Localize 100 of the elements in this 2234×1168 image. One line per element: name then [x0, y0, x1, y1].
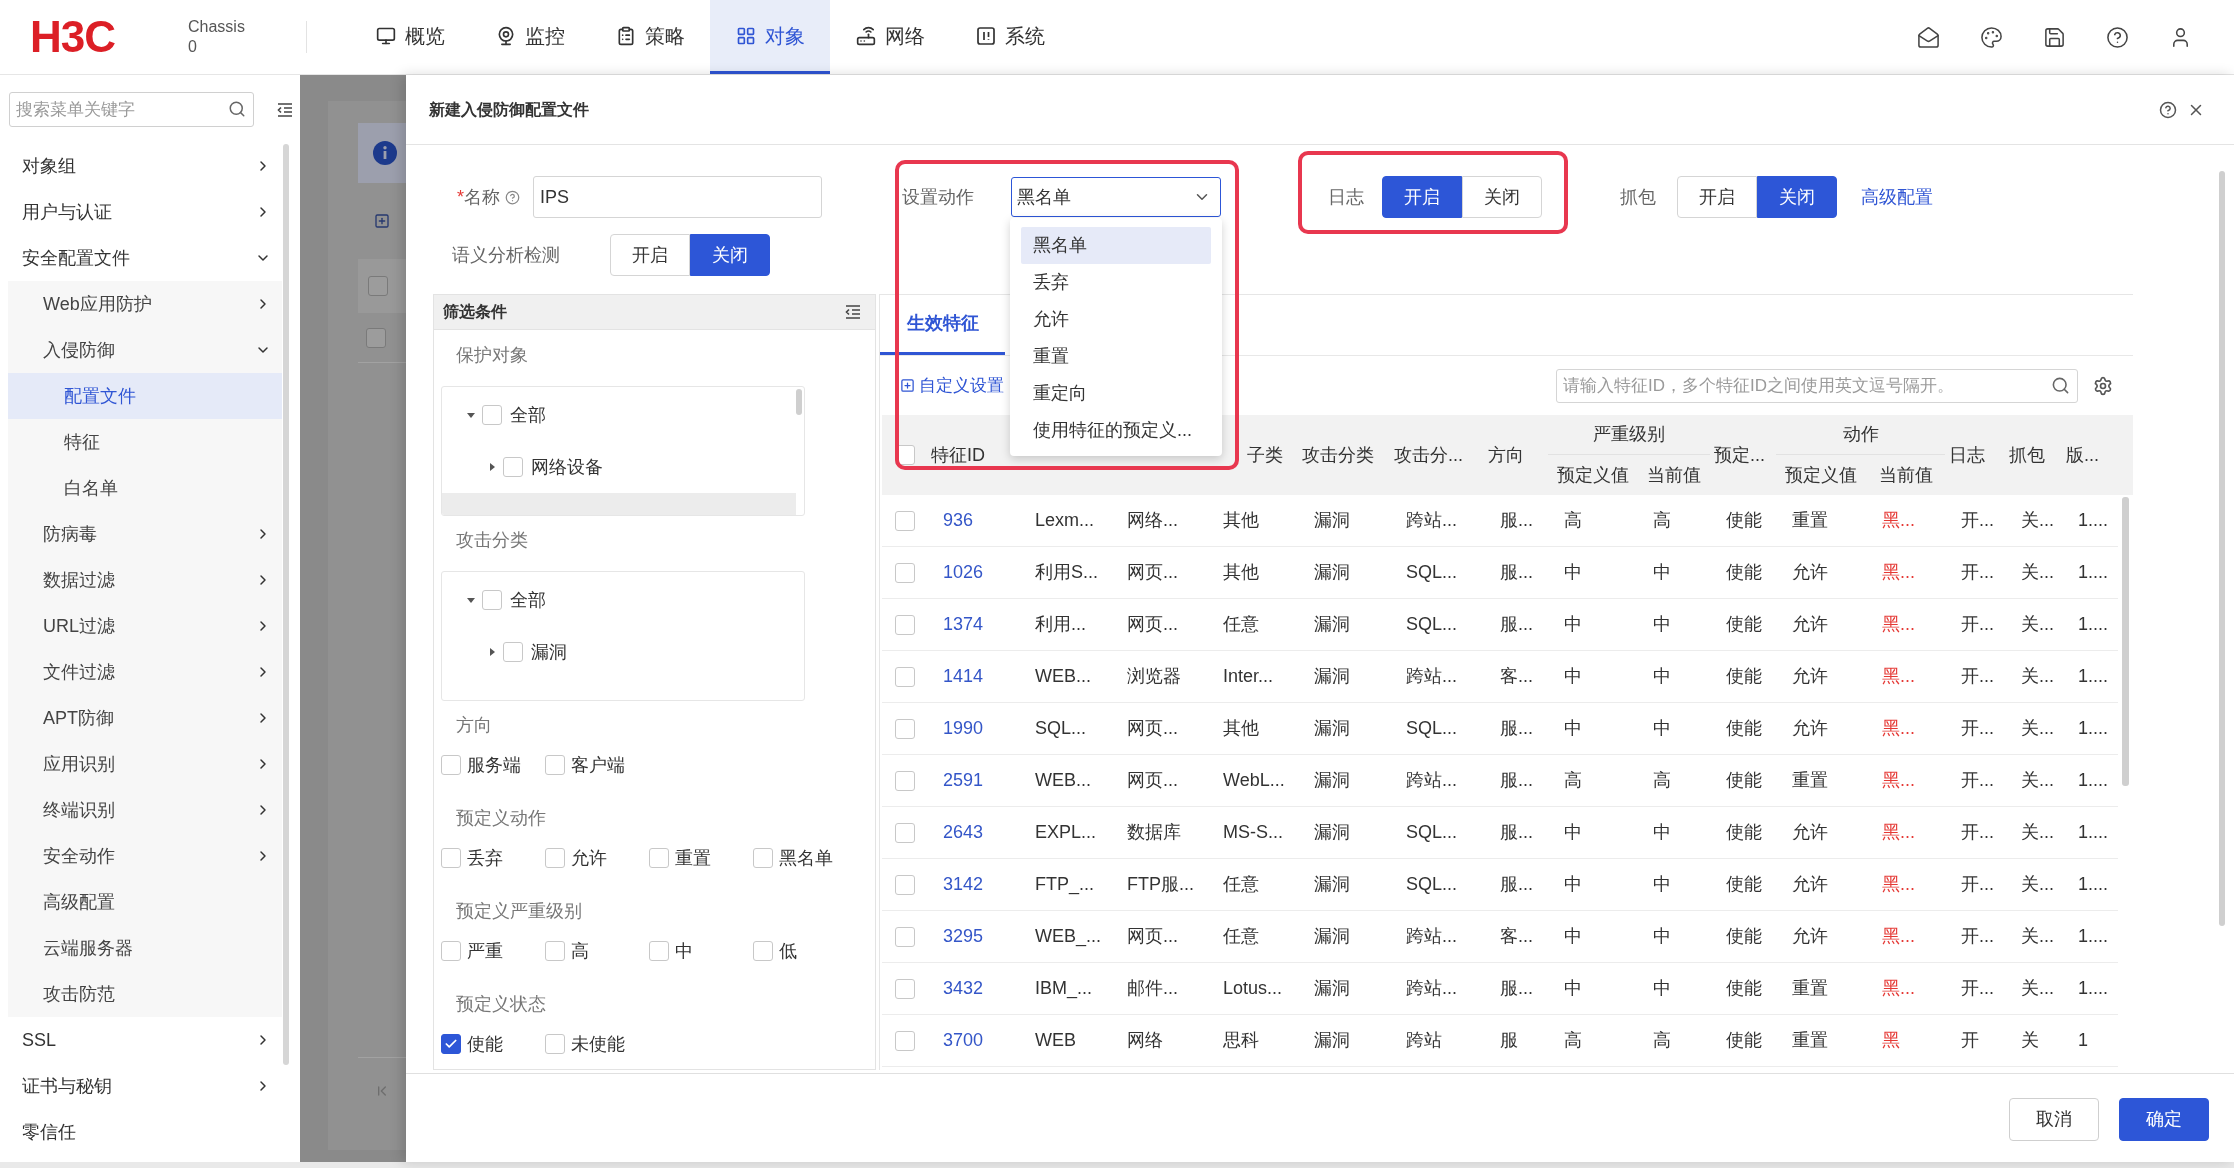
menu-item[interactable]: 用户与认证 — [8, 189, 282, 235]
tree-label[interactable]: 全部 — [510, 586, 546, 614]
option-label[interactable]: 使能 — [467, 1030, 503, 1058]
dropdown-option[interactable]: 使用特征的预定义... — [1021, 412, 1211, 449]
menu-item[interactable]: 零信任 — [8, 1109, 282, 1155]
segment-button[interactable]: 关闭 — [1462, 176, 1542, 218]
column-header[interactable]: 方向 — [1488, 441, 1524, 469]
menu-item[interactable]: APT防御 — [8, 695, 282, 741]
column-header[interactable]: 攻击分类 — [1302, 441, 1374, 469]
signature-id-link[interactable]: 3295 — [943, 923, 984, 950]
settings-icon[interactable] — [2093, 375, 2113, 396]
signature-id-link[interactable]: 936 — [943, 507, 974, 534]
dropdown-option[interactable]: 重置 — [1021, 338, 1211, 375]
menu-item[interactable]: 入侵防御 — [8, 327, 282, 373]
menu-item[interactable]: 文件过滤 — [8, 649, 282, 695]
checkbox[interactable] — [368, 276, 388, 296]
checkbox[interactable] — [441, 1034, 461, 1054]
menu-item[interactable]: 安全配置文件 — [8, 235, 282, 281]
menu-item[interactable]: URL过滤 — [8, 603, 282, 649]
segment-button[interactable]: 开启 — [610, 234, 690, 276]
menu-item[interactable]: 特征 — [8, 419, 282, 465]
nav-tab[interactable]: 对象 — [710, 0, 830, 74]
column-header[interactable]: 子类 — [1247, 441, 1283, 469]
option-label[interactable]: 未使能 — [571, 1030, 625, 1058]
caret-down-icon[interactable] — [467, 597, 475, 603]
menu-item[interactable]: 云端服务器 — [8, 925, 282, 971]
nav-tab[interactable]: 监控 — [470, 0, 590, 74]
column-header[interactable]: 版... — [2066, 441, 2099, 469]
search-icon[interactable] — [228, 100, 246, 118]
option-label[interactable]: 低 — [779, 937, 797, 965]
option-label[interactable]: 严重 — [467, 937, 503, 965]
signature-id-link[interactable]: 2643 — [943, 819, 984, 846]
column-header[interactable]: 当前值 — [1878, 461, 1933, 489]
tab[interactable]: 生效特征 — [880, 295, 1005, 355]
nav-tab[interactable]: 策略 — [590, 0, 710, 74]
signature-id-link[interactable]: 2591 — [943, 767, 984, 794]
option-label[interactable]: 丢弃 — [467, 844, 503, 872]
help-icon[interactable] — [2159, 100, 2177, 119]
menu-item[interactable]: 防病毒 — [8, 511, 282, 557]
search-icon[interactable] — [2051, 375, 2070, 395]
column-header[interactable]: 抓包 — [2009, 441, 2045, 469]
segment-button[interactable]: 开启 — [1382, 176, 1462, 218]
signature-id-link[interactable]: 3700 — [943, 1027, 984, 1054]
tree-label[interactable]: 网络设备 — [531, 453, 603, 481]
menu-item[interactable]: 配置文件 — [8, 373, 282, 419]
signature-id-link[interactable]: 1990 — [943, 715, 984, 742]
name-input[interactable]: IPS — [533, 176, 822, 218]
scrollbar[interactable] — [283, 144, 289, 1065]
checkbox[interactable] — [366, 327, 386, 348]
segment-button[interactable]: 关闭 — [690, 234, 770, 276]
caret-down-icon[interactable] — [467, 412, 475, 418]
help-icon[interactable] — [2106, 25, 2129, 49]
dropdown-option[interactable]: 丢弃 — [1021, 264, 1211, 301]
nav-tab[interactable]: 概览 — [350, 0, 470, 74]
signature-id-link[interactable]: 3432 — [943, 975, 984, 1002]
column-header[interactable]: 特征ID — [931, 441, 985, 469]
column-header[interactable]: 当前值 — [1646, 461, 1701, 489]
collapse-icon[interactable] — [277, 102, 293, 117]
scrollbar[interactable] — [796, 389, 802, 415]
tree-label[interactable]: 漏洞 — [531, 638, 567, 666]
menu-item[interactable]: 应用识别 — [8, 741, 282, 787]
column-header[interactable]: 攻击分... — [1394, 441, 1463, 469]
cancel-button[interactable]: 取消 — [2009, 1098, 2099, 1141]
option-label[interactable]: 中 — [675, 937, 693, 965]
mail-icon[interactable] — [1917, 25, 1940, 49]
advanced-settings-link[interactable]: 高级配置 — [1861, 183, 1933, 211]
caret-right-icon[interactable] — [489, 463, 495, 471]
nav-tab[interactable]: 网络 — [830, 0, 950, 74]
dropdown-option[interactable]: 重定向 — [1021, 375, 1211, 412]
option-label[interactable]: 黑名单 — [779, 844, 833, 872]
option-label[interactable]: 允许 — [571, 844, 607, 872]
palette-icon[interactable] — [1980, 25, 2003, 49]
menu-item[interactable]: 对象组 — [8, 143, 282, 189]
signature-id-link[interactable]: 3142 — [943, 871, 984, 898]
tree-label[interactable]: 全部 — [510, 401, 546, 429]
signature-search-field[interactable]: 请输入特征ID，多个特征ID之间使用英文逗号隔开。 — [1556, 368, 2078, 403]
menu-item[interactable]: 高级配置 — [8, 879, 282, 925]
signature-id-link[interactable]: 1414 — [943, 663, 984, 690]
menu-item[interactable]: Web应用防护 — [8, 281, 282, 327]
option-label[interactable]: 重置 — [675, 844, 711, 872]
dropdown-option[interactable]: 允许 — [1021, 301, 1211, 338]
dropdown-option[interactable]: 黑名单 — [1021, 227, 1211, 264]
nav-tab[interactable]: 系统 — [950, 0, 1070, 74]
column-header[interactable]: 预定义值 — [1556, 461, 1629, 489]
option-label[interactable]: 高 — [571, 937, 589, 965]
custom-settings-button[interactable]: 自定义设置 — [900, 372, 1004, 399]
menu-item[interactable]: 安全动作 — [8, 833, 282, 879]
menu-item[interactable]: 终端识别 — [8, 787, 282, 833]
collapse-icon[interactable] — [845, 305, 861, 319]
menu-item[interactable]: 白名单 — [8, 465, 282, 511]
action-select[interactable]: 黑名单 — [1011, 177, 1221, 217]
menu-item[interactable]: SSL — [8, 1017, 282, 1063]
scrollbar[interactable] — [2122, 497, 2129, 786]
menu-item[interactable]: 数据过滤 — [8, 557, 282, 603]
column-header[interactable]: 预定... — [1714, 441, 1765, 469]
segment-button[interactable]: 关闭 — [1757, 176, 1837, 218]
save-icon[interactable] — [2043, 25, 2066, 49]
column-header[interactable]: 预定义值 — [1785, 461, 1857, 489]
option-label[interactable]: 客户端 — [571, 751, 625, 779]
signature-id-link[interactable]: 1026 — [943, 559, 984, 586]
